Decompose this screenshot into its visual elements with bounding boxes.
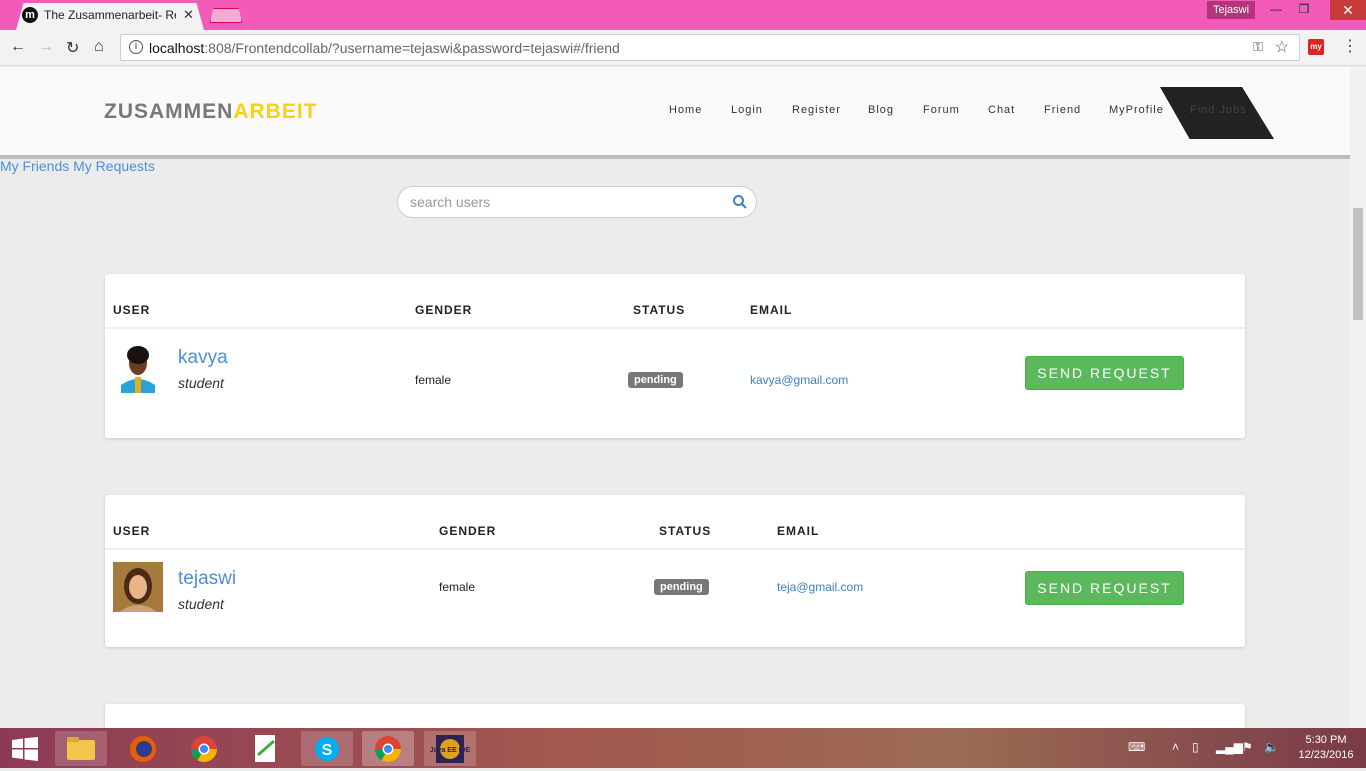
- skype-icon[interactable]: S: [301, 731, 353, 766]
- nav-myprofile[interactable]: MyProfile: [1109, 104, 1164, 116]
- nav-forum[interactable]: Forum: [923, 104, 960, 116]
- forward-arrow-icon[interactable]: →: [38, 38, 54, 56]
- site-header: ZUSAMMENARBEIT Home Login Register Blog …: [0, 67, 1350, 159]
- window-close-icon[interactable]: ✕: [1330, 0, 1366, 20]
- keyboard-icon[interactable]: ⌨: [1128, 740, 1145, 754]
- svg-text:Java EE IDE: Java EE IDE: [430, 747, 471, 754]
- tab-close-icon[interactable]: ✕: [183, 7, 194, 23]
- user-name-link[interactable]: tejaswi: [178, 568, 236, 590]
- user-role: student: [178, 375, 224, 391]
- user-gender: female: [415, 373, 452, 387]
- avatar: [113, 562, 163, 612]
- column-user: USER: [113, 524, 151, 538]
- profile-badge[interactable]: Tejaswi: [1207, 1, 1255, 19]
- column-gender: GENDER: [415, 303, 473, 317]
- nav-find-jobs[interactable]: Find Jobs: [1160, 87, 1274, 139]
- user-email-link[interactable]: teja@gmail.com: [777, 580, 863, 594]
- column-status: STATUS: [659, 524, 712, 538]
- new-tab-button[interactable]: [210, 8, 242, 23]
- clock-time: 5:30 PM: [1305, 734, 1347, 746]
- clock[interactable]: 5:30 PM 12/23/2016: [1292, 733, 1360, 763]
- windows-taskbar: S Java EE IDE ⌨ ˄ ▯ ▂▄▆ ⚑ 🔈 5:30 PM 12/23…: [0, 728, 1366, 768]
- send-request-button[interactable]: SEND REQUEST: [1025, 356, 1184, 390]
- file-explorer-icon[interactable]: [55, 731, 107, 766]
- chrome-active-icon[interactable]: [362, 731, 414, 766]
- status-badge: pending: [654, 579, 709, 595]
- nav-chat[interactable]: Chat: [988, 104, 1015, 116]
- back-arrow-icon[interactable]: ←: [10, 38, 26, 56]
- restore-icon[interactable]: ❐: [1290, 2, 1318, 16]
- site-logo[interactable]: ZUSAMMENARBEIT: [104, 100, 318, 124]
- user-role: student: [178, 596, 224, 612]
- divider: [105, 327, 1245, 329]
- browser-menu-icon[interactable]: ⋮: [1342, 36, 1358, 56]
- column-gender: GENDER: [439, 524, 497, 538]
- friends-requests-links[interactable]: My Friends My Requests: [0, 158, 155, 174]
- scrollbar-thumb[interactable]: [1353, 208, 1363, 320]
- send-request-button[interactable]: SEND REQUEST: [1025, 571, 1184, 605]
- user-name-link[interactable]: kavya: [178, 347, 228, 369]
- column-status: STATUS: [633, 303, 686, 317]
- column-email: EMAIL: [777, 524, 820, 538]
- nav-login[interactable]: Login: [731, 104, 763, 116]
- url-text: localhost:808/Frontendcollab/?username=t…: [149, 40, 620, 56]
- volume-icon[interactable]: 🔈: [1264, 740, 1279, 754]
- divider: [105, 548, 1245, 550]
- status-badge: pending: [628, 372, 683, 388]
- search-icon[interactable]: [732, 194, 748, 210]
- user-card: [105, 704, 1245, 728]
- flag-icon[interactable]: ⚑: [1242, 740, 1253, 754]
- firefox-icon[interactable]: [117, 731, 169, 766]
- minimize-icon[interactable]: —: [1262, 2, 1290, 16]
- search-input[interactable]: [410, 194, 710, 210]
- extension-icon[interactable]: my: [1308, 39, 1324, 55]
- user-gender: female: [439, 580, 476, 594]
- page-scrollbar[interactable]: [1350, 67, 1366, 728]
- user-card: USER GENDER STATUS EMAIL tejaswi student…: [105, 495, 1245, 647]
- key-icon[interactable]: ⚿: [1253, 39, 1263, 55]
- site-favicon-icon: m: [22, 7, 38, 23]
- network-icon[interactable]: ▂▄▆: [1216, 740, 1243, 754]
- chrome-icon[interactable]: [178, 731, 230, 766]
- browser-title-bar: m The Zusammenarbeit- Re ✕ Tejaswi — ❐ ✕: [0, 0, 1366, 30]
- user-email-link[interactable]: kavya@gmail.com: [750, 373, 848, 387]
- tab-title: The Zusammenarbeit- Re: [44, 8, 176, 22]
- bookmark-star-icon[interactable]: ☆: [1275, 37, 1289, 57]
- avatar: [113, 343, 163, 393]
- svg-text:S: S: [322, 742, 333, 759]
- page-content: ZUSAMMENARBEIT Home Login Register Blog …: [0, 67, 1350, 728]
- nav-friend[interactable]: Friend: [1044, 104, 1081, 116]
- tray-up-icon[interactable]: ˄: [1172, 740, 1179, 754]
- reload-icon[interactable]: ↻: [66, 38, 79, 58]
- clock-date: 12/23/2016: [1298, 749, 1354, 761]
- device-icon[interactable]: ▯: [1192, 740, 1199, 754]
- column-email: EMAIL: [750, 303, 793, 317]
- eclipse-ide-icon[interactable]: Java EE IDE: [424, 731, 476, 766]
- home-icon[interactable]: ⌂: [94, 38, 104, 56]
- search-box[interactable]: [397, 186, 757, 218]
- nav-blog[interactable]: Blog: [868, 104, 894, 116]
- nav-home[interactable]: Home: [669, 104, 702, 116]
- windows-start-icon[interactable]: [12, 737, 38, 761]
- column-user: USER: [113, 303, 151, 317]
- notepad-icon[interactable]: [240, 731, 292, 766]
- address-bar[interactable]: i localhost:808/Frontendcollab/?username…: [120, 34, 1300, 61]
- user-card: USER GENDER STATUS EMAIL kavya student f…: [105, 274, 1245, 438]
- info-icon[interactable]: i: [129, 40, 143, 54]
- nav-register[interactable]: Register: [792, 104, 841, 116]
